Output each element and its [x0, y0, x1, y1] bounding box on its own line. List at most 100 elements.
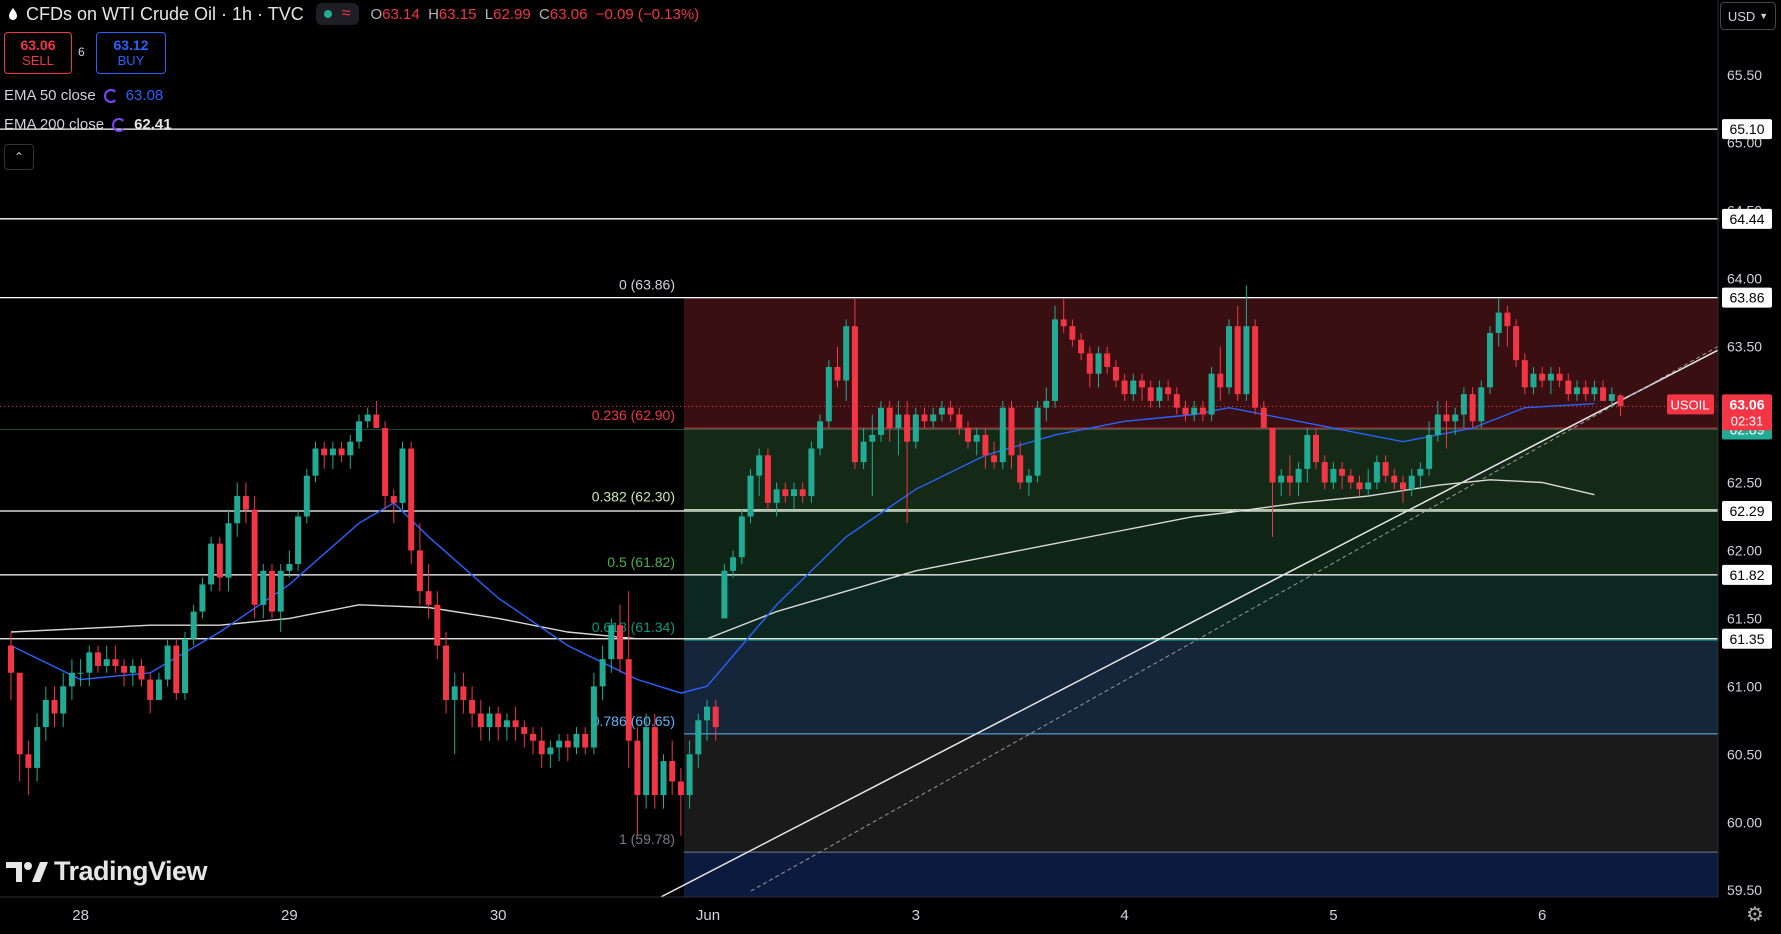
candle-body[interactable] [1052, 319, 1058, 401]
candle-body[interactable] [773, 489, 780, 503]
candle-body[interactable] [416, 550, 423, 592]
candle-body[interactable] [1339, 468, 1346, 476]
candle-body[interactable] [538, 740, 545, 755]
candle-body[interactable] [1234, 326, 1241, 395]
candle-body[interactable] [1478, 387, 1485, 422]
candle-body[interactable] [617, 625, 623, 660]
candle-body[interactable] [1278, 475, 1285, 483]
candle-body[interactable] [625, 659, 632, 741]
candle-body[interactable] [242, 496, 249, 510]
candle-body[interactable] [851, 326, 858, 463]
candle-body[interactable] [260, 570, 267, 605]
candle-body[interactable] [1443, 414, 1450, 422]
candle-body[interactable] [1269, 428, 1276, 483]
candle-body[interactable] [1095, 353, 1102, 374]
candle-body[interactable] [582, 733, 589, 748]
candle-body[interactable] [1400, 482, 1406, 490]
candle-body[interactable] [677, 781, 684, 796]
candle-body[interactable] [764, 455, 771, 503]
candle-body[interactable] [878, 407, 884, 435]
candle-body[interactable] [834, 366, 841, 381]
candle-body[interactable] [103, 659, 110, 666]
symbol-title[interactable]: CFDs on WTI Crude Oil · 1h · TVC [26, 4, 304, 25]
candle-body[interactable] [1121, 380, 1128, 395]
candle-body[interactable] [1382, 462, 1389, 476]
candle-body[interactable] [564, 740, 571, 748]
candle-body[interactable] [912, 414, 919, 442]
candle-body[interactable] [1504, 312, 1511, 327]
candle-body[interactable] [1008, 407, 1015, 456]
candle-body[interactable] [277, 570, 284, 612]
candle-body[interactable] [34, 727, 41, 768]
candle-body[interactable] [704, 706, 710, 721]
candle-body[interactable] [808, 448, 815, 497]
candle-body[interactable] [886, 407, 893, 429]
candle-body[interactable] [695, 720, 702, 755]
candle-body[interactable] [1434, 414, 1441, 435]
candle-body[interactable] [51, 699, 58, 714]
candle-body[interactable] [999, 407, 1006, 463]
tradingview-logo[interactable]: TradingView [6, 856, 208, 887]
candle-body[interactable] [286, 564, 293, 571]
sell-button[interactable]: 63.06 SELL [4, 32, 72, 74]
candle-body[interactable] [634, 740, 641, 796]
candle-body[interactable] [938, 407, 945, 415]
candle-body[interactable] [469, 699, 476, 714]
candle-body[interactable] [947, 407, 954, 415]
candle-body[interactable] [1600, 387, 1607, 401]
candle-body[interactable] [1321, 462, 1328, 483]
candle-body[interactable] [1199, 407, 1206, 415]
candle-body[interactable] [904, 414, 911, 442]
candle-body[interactable] [95, 652, 101, 666]
candle-body[interactable] [1060, 319, 1067, 327]
candle-body[interactable] [1313, 434, 1319, 463]
candle-body[interactable] [1104, 353, 1111, 367]
candle-body[interactable] [712, 706, 719, 728]
candle-body[interactable] [547, 747, 554, 755]
candle-body[interactable] [1304, 434, 1311, 469]
candle-body[interactable] [225, 523, 232, 578]
candle-body[interactable] [86, 652, 93, 673]
candle-body[interactable] [503, 720, 510, 728]
chart-area[interactable]: 0 (63.86) 0.236 (62.90) 0.382 (62.30) 0.5 (… [0, 0, 1781, 934]
candle-body[interactable] [1591, 387, 1598, 395]
candle-body[interactable] [1086, 353, 1093, 374]
candle-body[interactable] [1556, 373, 1563, 381]
candle-body[interactable] [190, 611, 197, 639]
collapse-legend-button[interactable]: ⌃ [4, 144, 34, 170]
candle-body[interactable] [60, 686, 67, 714]
candle-body[interactable] [756, 455, 763, 476]
candle-body[interactable] [521, 727, 528, 734]
candle-body[interactable] [573, 733, 580, 748]
candle-body[interactable] [1017, 455, 1024, 483]
candle-body[interactable] [373, 414, 380, 429]
candle-body[interactable] [477, 713, 484, 728]
candle-body[interactable] [1226, 326, 1232, 388]
candle-body[interactable] [138, 665, 145, 680]
candle-body[interactable] [1487, 332, 1493, 388]
candle-body[interactable] [608, 625, 615, 660]
candle-body[interactable] [965, 428, 971, 442]
candle-body[interactable] [1260, 407, 1267, 429]
candle-body[interactable] [1286, 475, 1293, 483]
candle-body[interactable] [425, 591, 432, 605]
candle-body[interactable] [1208, 373, 1215, 415]
candle-body[interactable] [364, 414, 371, 422]
candle-body[interactable] [1217, 373, 1224, 388]
candle-body[interactable] [42, 699, 49, 728]
currency-selector[interactable]: USD ▼ [1720, 2, 1776, 30]
candle-body[interactable] [1147, 387, 1154, 401]
gear-icon[interactable]: ⚙ [1744, 904, 1766, 926]
candle-body[interactable] [643, 727, 650, 796]
candle-body[interactable] [799, 489, 806, 497]
candle-body[interactable] [68, 672, 75, 687]
candle-body[interactable] [1191, 407, 1198, 415]
candle-body[interactable] [329, 448, 336, 456]
candle-body[interactable] [434, 604, 441, 646]
candle-body[interactable] [1373, 462, 1380, 483]
candle-body[interactable] [1469, 394, 1476, 422]
candle-body[interactable] [1252, 326, 1259, 408]
candle-body[interactable] [25, 754, 32, 768]
candle-body[interactable] [590, 686, 597, 748]
candle-body[interactable] [817, 421, 824, 449]
